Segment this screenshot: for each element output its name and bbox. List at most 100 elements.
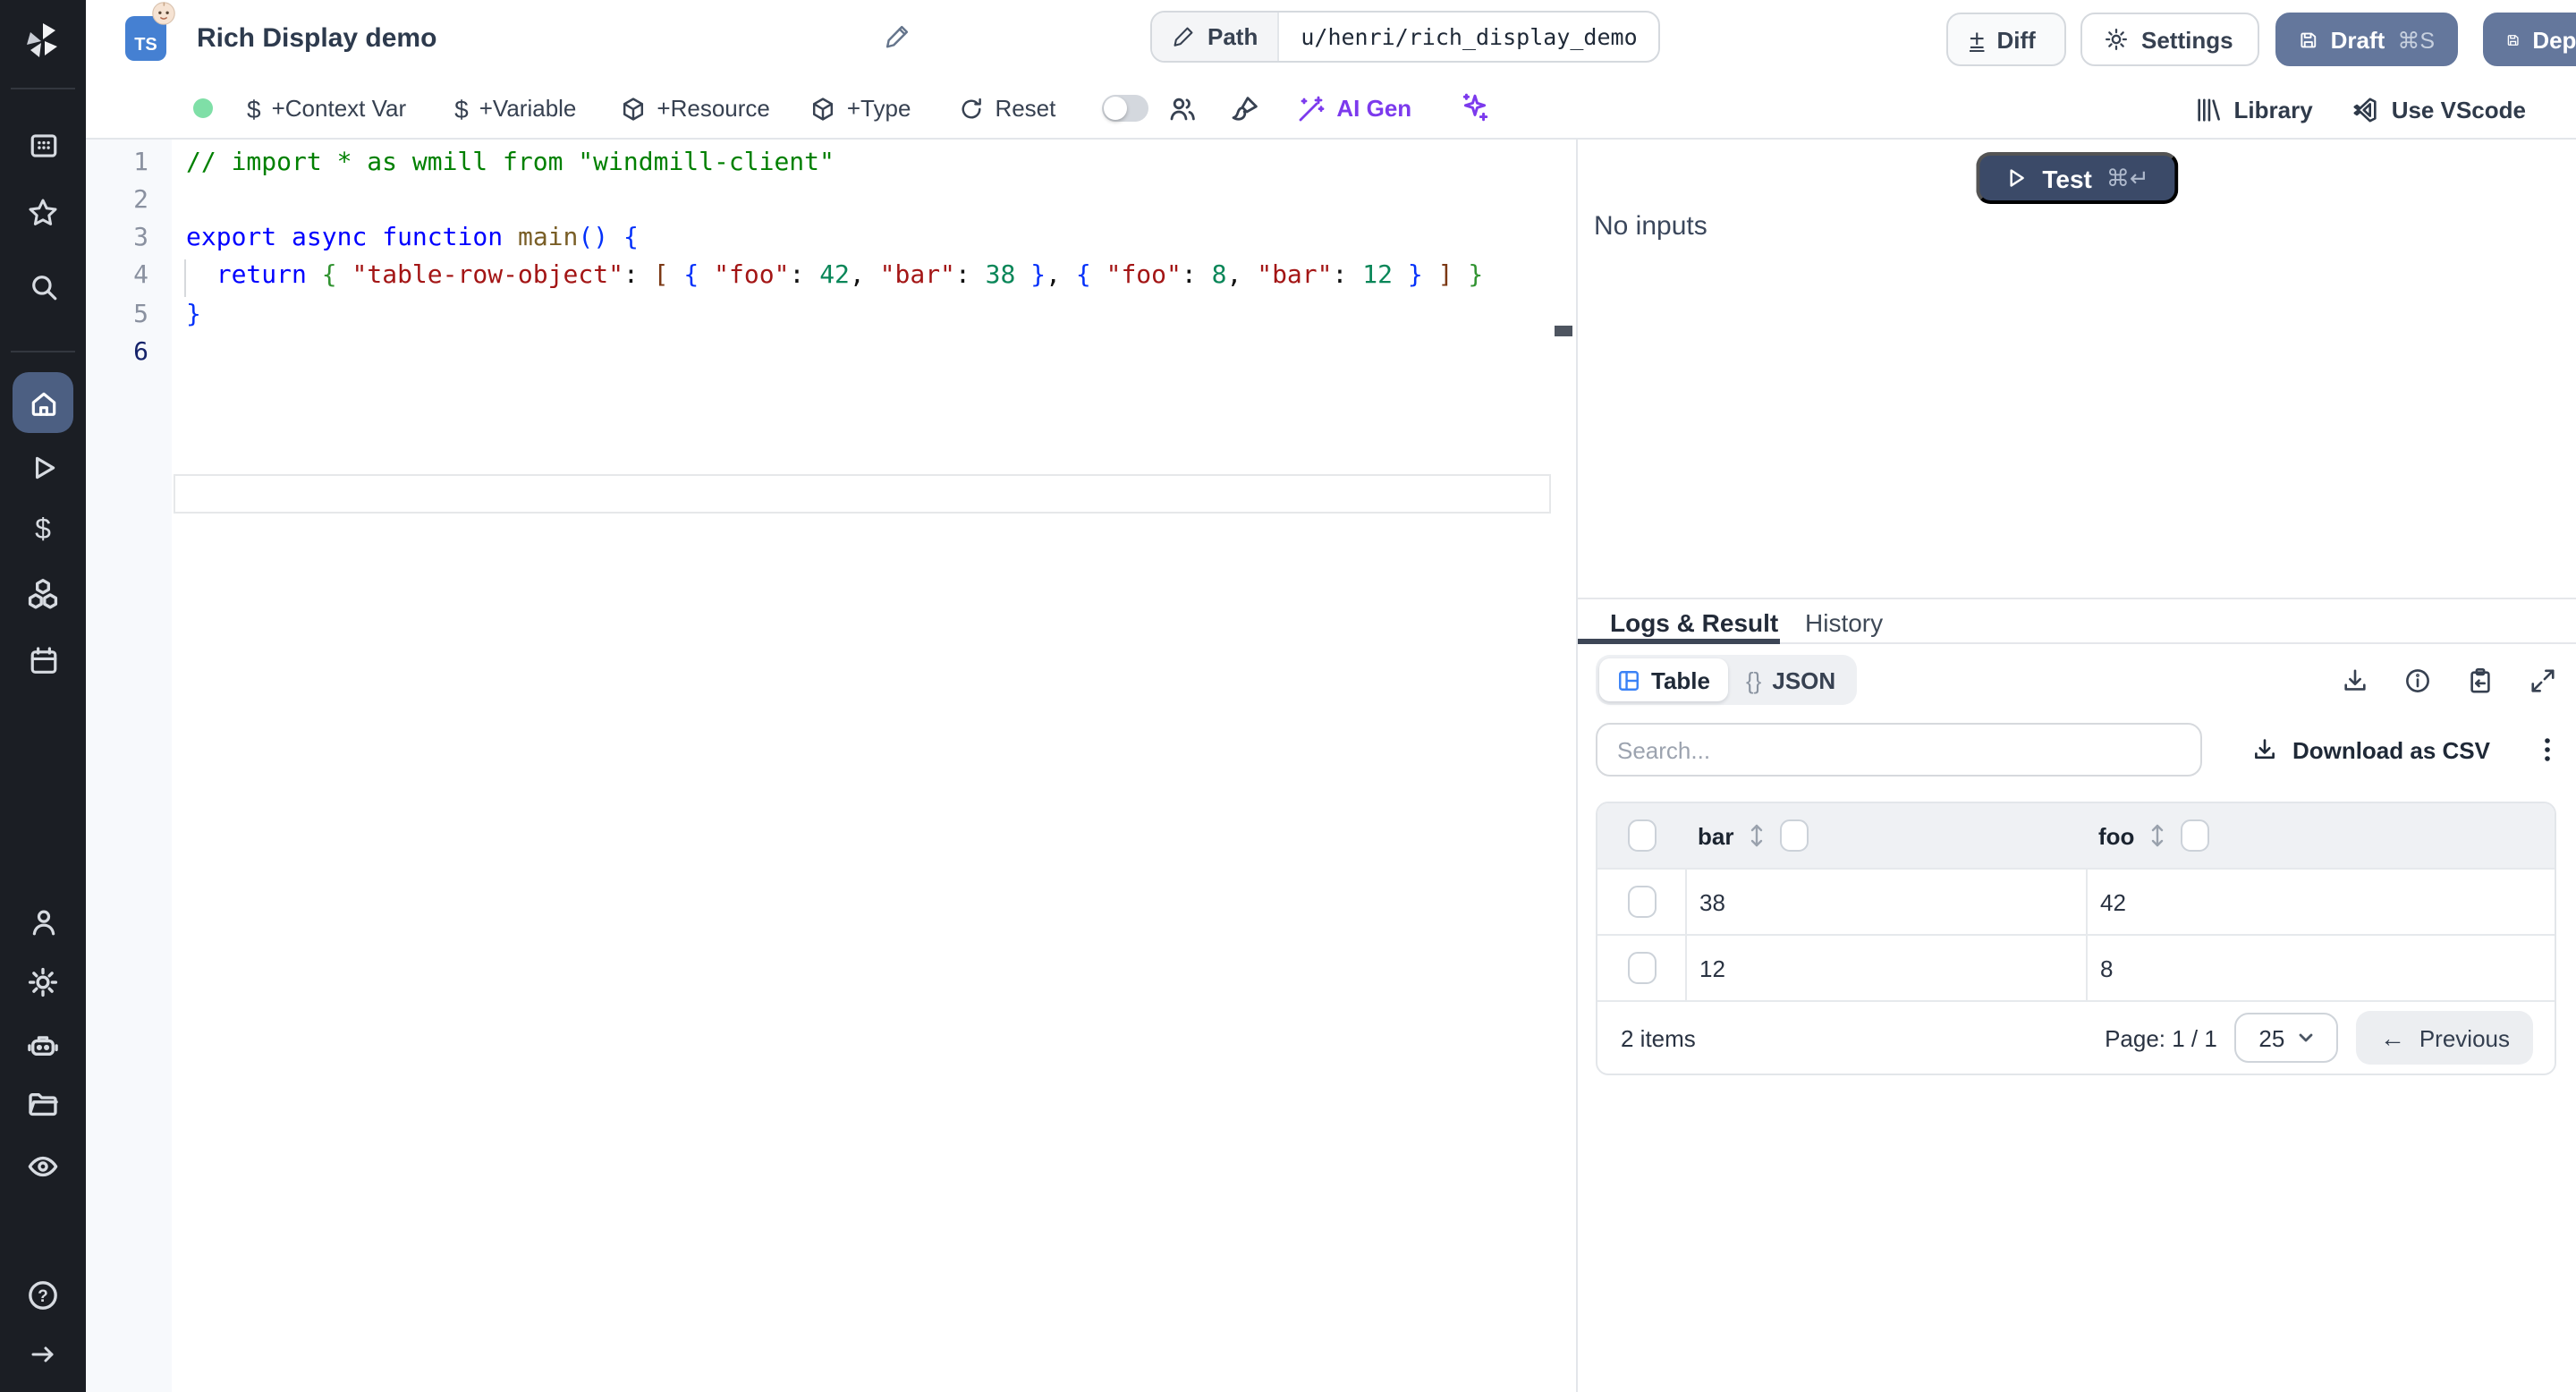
page-title: Rich Display demo — [197, 23, 437, 54]
app-window-icon — [30, 133, 56, 157]
table-icon — [1619, 670, 1639, 690]
code-editor[interactable]: 1 2 3 4 5 6 // import * as wmill from "windmi… — [86, 140, 1576, 1392]
tab-history[interactable]: History — [1805, 608, 1883, 637]
row-checkbox[interactable] — [1627, 952, 1656, 984]
table-cell: 12 — [1685, 936, 2086, 1000]
multiplayer-icon[interactable] — [1168, 94, 1197, 123]
sort-icon[interactable] — [1748, 823, 1766, 848]
table-cell: 8 — [2086, 936, 2555, 1000]
row-checkbox[interactable] — [1627, 886, 1656, 918]
braces-icon: {} — [1746, 666, 1762, 693]
download-icon[interactable] — [2342, 666, 2368, 693]
no-inputs-label: No inputs — [1594, 211, 1707, 242]
expand-icon[interactable] — [2529, 666, 2556, 693]
code-line[interactable] — [186, 335, 1576, 373]
sidebar-item-variables[interactable]: $ — [0, 515, 86, 547]
status-dot — [193, 98, 213, 118]
line-number: 2 — [133, 185, 148, 215]
code-line[interactable] — [186, 182, 1576, 221]
view-toggle-table[interactable]: Table — [1599, 658, 1728, 701]
download-csv-button[interactable]: Download as CSV — [2253, 723, 2490, 777]
sidebar-item-search[interactable] — [0, 270, 86, 302]
settings-button[interactable]: Settings — [2080, 13, 2259, 66]
download-icon — [2256, 739, 2275, 760]
line-number: 6 — [133, 338, 148, 368]
code-line[interactable]: } — [186, 297, 1576, 335]
path-label-segment[interactable]: Path — [1152, 13, 1280, 61]
sidebar-item-workers[interactable] — [0, 1029, 86, 1061]
library-icon — [2197, 98, 2220, 121]
add-context-var-button[interactable]: $ +Context Var — [247, 94, 406, 123]
sidebar-item-help[interactable]: ? — [0, 1279, 86, 1311]
test-button[interactable]: Test ⌘↵ — [1976, 152, 2178, 204]
column-header-bar[interactable]: bar — [1698, 822, 1733, 849]
items-count: 2 items — [1621, 1024, 1696, 1051]
column-filter-checkbox[interactable] — [2181, 819, 2210, 852]
previous-page-button[interactable]: ← Previous — [2356, 1011, 2533, 1065]
result-actions — [2342, 655, 2556, 705]
star-icon — [29, 199, 57, 225]
sidebar-item-folders[interactable] — [0, 1088, 86, 1120]
result-tabs: Logs & Result History — [1578, 598, 2576, 644]
reset-button[interactable]: Reset — [959, 95, 1055, 122]
dollar-icon: $ — [247, 94, 261, 123]
vscode-icon — [2353, 97, 2377, 122]
sidebar-item-favorites[interactable] — [0, 197, 86, 229]
path-value[interactable]: u/henri/rich_display_demo — [1279, 13, 1658, 61]
column-header-foo[interactable]: foo — [2098, 822, 2134, 849]
draft-shortcut: ⌘S — [2397, 28, 2435, 53]
gear-icon — [28, 967, 58, 997]
sort-icon[interactable] — [2148, 823, 2166, 848]
sidebar-item-schedules[interactable] — [0, 644, 86, 676]
sidebar-item-settings[interactable] — [0, 966, 86, 998]
ai-sparkles-icon[interactable] — [1460, 93, 1490, 123]
home-icon — [30, 391, 55, 415]
diff-button[interactable]: ± Diff — [1946, 13, 2066, 66]
more-options-button[interactable] — [2544, 723, 2551, 777]
sidebar-item-users[interactable] — [0, 905, 86, 938]
sidebar-expand[interactable] — [0, 1338, 86, 1371]
page-size-select[interactable]: 25 — [2234, 1013, 2339, 1063]
folder-icon — [29, 1092, 58, 1116]
use-vscode-button[interactable]: Use VScode — [2352, 96, 2526, 123]
diff-mode-toggle[interactable] — [1102, 95, 1149, 122]
clipboard-copy-icon[interactable] — [2467, 666, 2494, 693]
table-row[interactable]: 38 42 — [1597, 868, 2555, 934]
ai-gen-button[interactable]: AI Gen — [1297, 94, 1411, 123]
deploy-button[interactable]: Deploy — [2483, 13, 2576, 66]
line-number: 5 — [133, 300, 148, 329]
sparkles-icon — [1463, 93, 1488, 122]
view-toggle-json[interactable]: {} JSON — [1728, 666, 1853, 693]
format-brush-icon[interactable] — [1231, 94, 1259, 123]
result-table-footer: 2 items Page: 1 / 1 25 ← Previous — [1597, 1000, 2555, 1074]
add-resource-button[interactable]: +Resource — [621, 95, 770, 122]
add-type-button[interactable]: +Type — [811, 95, 911, 122]
column-filter-checkbox[interactable] — [1780, 819, 1809, 852]
sidebar-item-home[interactable] — [0, 372, 86, 433]
table-row[interactable]: 12 8 — [1597, 934, 2555, 1000]
add-variable-button[interactable]: $ +Variable — [454, 94, 576, 123]
sidebar-item-resources[interactable] — [0, 578, 86, 610]
library-button[interactable]: Library — [2195, 96, 2313, 123]
play-icon — [34, 455, 55, 479]
windmill-logo[interactable] — [0, 18, 86, 64]
code-line[interactable]: // import * as wmill from "windmill-clie… — [186, 144, 1576, 182]
select-all-checkbox[interactable] — [1627, 819, 1656, 852]
box-icon — [623, 97, 644, 120]
sidebar-item-runs[interactable] — [0, 451, 86, 483]
edit-summary-icon[interactable] — [884, 23, 911, 59]
table-cell: 38 — [1685, 870, 2086, 934]
sidebar-item-apps[interactable] — [0, 129, 86, 161]
info-icon[interactable] — [2404, 666, 2431, 693]
test-shortcut: ⌘↵ — [2106, 164, 2149, 191]
path-control[interactable]: Path u/henri/rich_display_demo — [1150, 11, 1661, 63]
tab-logs-result[interactable]: Logs & Result — [1610, 608, 1778, 637]
draft-button[interactable]: Draft ⌘S — [2275, 13, 2458, 66]
editor-code[interactable]: // import * as wmill from "windmill-clie… — [186, 144, 1576, 373]
dollar-icon: $ — [454, 94, 469, 123]
search-input[interactable] — [1596, 723, 2202, 777]
code-line[interactable]: export async function main() { — [186, 220, 1576, 259]
sidebar-item-audit[interactable] — [0, 1150, 86, 1183]
line-number: 4 — [133, 261, 148, 291]
code-line[interactable]: return { "table-row-object": [ { "foo": … — [186, 259, 1576, 297]
